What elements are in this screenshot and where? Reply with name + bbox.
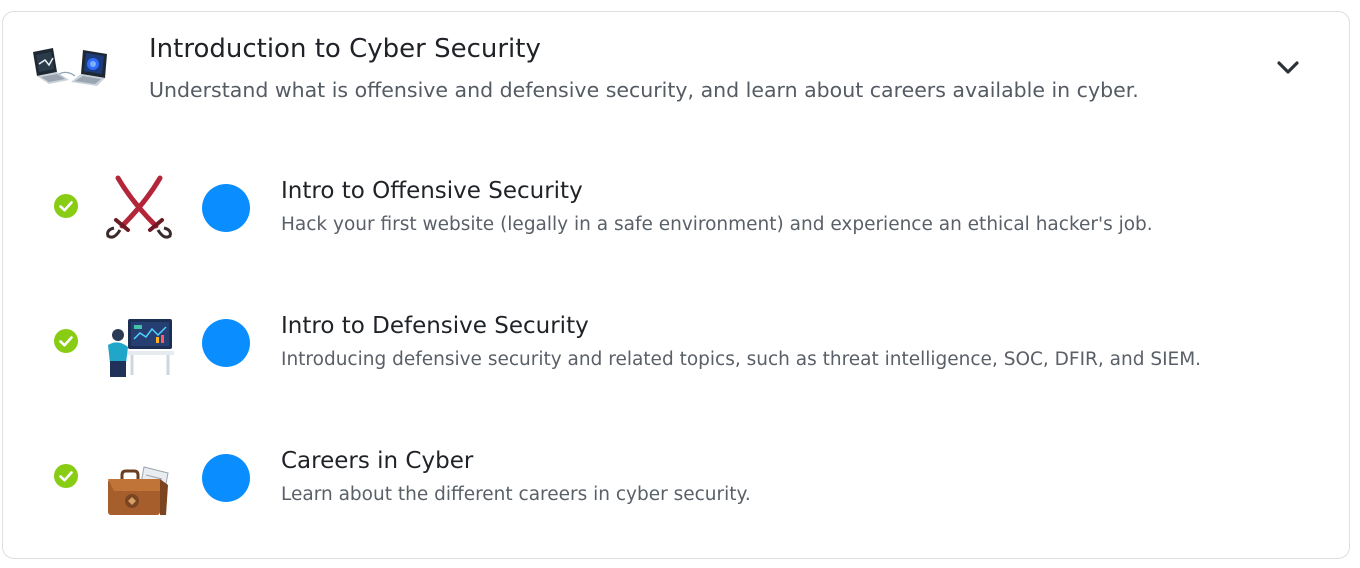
- check-circle-icon: [54, 329, 78, 353]
- room-description: Introducing defensive security and relat…: [281, 349, 1202, 370]
- laptops-icon: [33, 48, 107, 86]
- room-item-intro-defensive-security[interactable]: Intro to Defensive Security Introducing …: [3, 277, 1349, 387]
- room-description: Learn about the different careers in cyb…: [281, 484, 751, 505]
- room-status-dot: [202, 184, 250, 232]
- room-title: Intro to Defensive Security: [281, 313, 589, 339]
- room-description: Hack your first website (legally in a sa…: [281, 214, 1153, 235]
- module-card: Introduction to Cyber Security Understan…: [2, 11, 1350, 559]
- room-status-dot: [202, 319, 250, 367]
- crossed-swords-icon: [106, 175, 172, 239]
- room-item-careers-in-cyber[interactable]: Careers in Cyber Learn about the differe…: [3, 412, 1349, 522]
- module-title: Introduction to Cyber Security: [149, 34, 541, 64]
- briefcase-icon: [108, 466, 169, 515]
- module-header[interactable]: Introduction to Cyber Security Understan…: [3, 12, 1349, 122]
- room-title: Intro to Offensive Security: [281, 178, 583, 204]
- check-circle-icon: [54, 464, 78, 488]
- room-title: Careers in Cyber: [281, 448, 474, 474]
- room-status-dot: [202, 454, 250, 502]
- room-item-intro-offensive-security[interactable]: Intro to Offensive Security Hack your fi…: [3, 142, 1349, 252]
- check-circle-icon: [54, 194, 78, 218]
- module-subtitle: Understand what is offensive and defensi…: [149, 78, 1139, 102]
- chevron-down-icon[interactable]: [1273, 56, 1303, 80]
- analyst-workstation-icon: [108, 319, 174, 377]
